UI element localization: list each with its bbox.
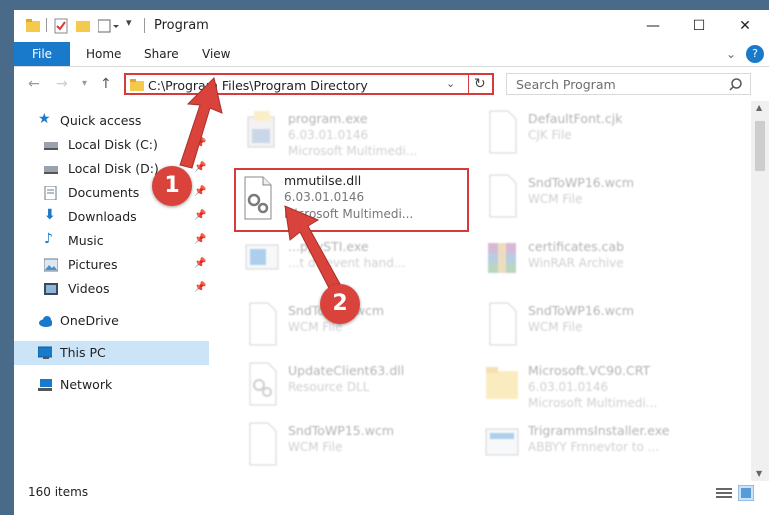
step-badge: 1 [152,166,192,206]
arrow-to-file [284,205,341,291]
annotation-arrows [179,77,341,291]
step-badge: 2 [320,284,360,324]
arrow-to-address-bar [179,77,223,169]
